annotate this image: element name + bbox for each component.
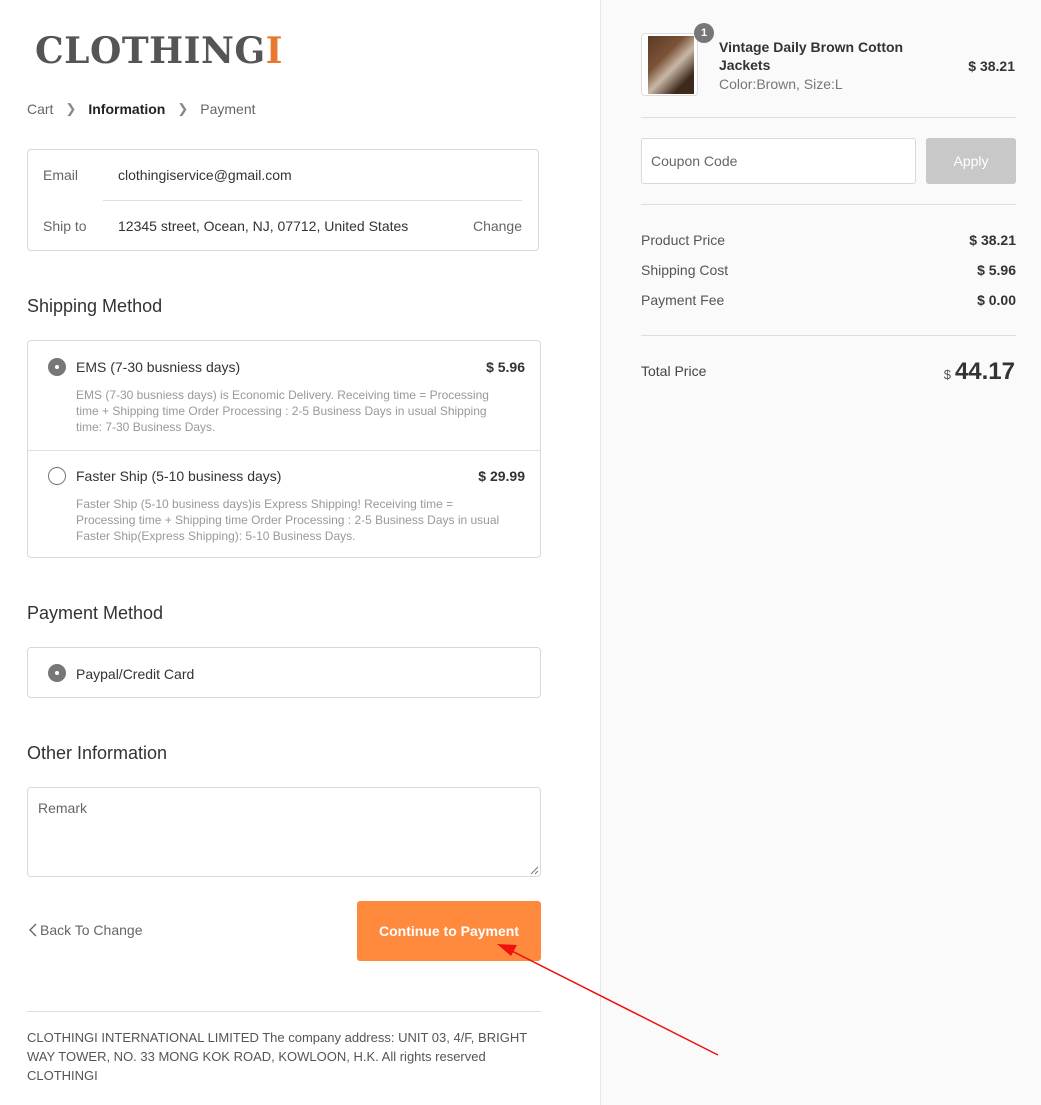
total-price-value: $ 44.17 xyxy=(944,358,1015,386)
coupon-code-input[interactable] xyxy=(641,138,916,184)
shipping-option-ems[interactable]: EMS (7-30 busniess days) $ 5.96 EMS (7-3… xyxy=(28,341,540,451)
summary-value: $ 0.00 xyxy=(977,292,1016,308)
checkout-form-panel: CLOTHINGI Cart ❯ Information ❯ Payment E… xyxy=(0,0,600,1105)
apply-coupon-button[interactable]: Apply xyxy=(926,138,1016,184)
radio-selected-icon[interactable] xyxy=(48,664,66,682)
shipping-option-name: Faster Ship (5-10 business days) xyxy=(76,468,282,484)
contact-info-box: Email clothingiservice@gmail.com Ship to… xyxy=(27,149,539,251)
order-summary-panel: 1 Vintage Daily Brown Cotton Jackets Col… xyxy=(600,0,1041,1105)
breadcrumb-cart[interactable]: Cart xyxy=(27,101,53,117)
shipping-option-description: EMS (7-30 busniess days) is Economic Del… xyxy=(76,388,489,434)
summary-divider xyxy=(641,204,1016,205)
summary-row-product-price: Product Price $ 38.21 xyxy=(641,232,1016,248)
chevron-left-icon xyxy=(29,923,37,937)
radio-selected-icon[interactable] xyxy=(48,358,66,376)
shipping-option-name: EMS (7-30 busniess days) xyxy=(76,359,241,375)
summary-divider xyxy=(641,117,1016,118)
total-currency: $ xyxy=(943,367,951,382)
summary-row-shipping-cost: Shipping Cost $ 5.96 xyxy=(641,262,1016,278)
shipping-method-title: Shipping Method xyxy=(27,296,163,316)
info-divider xyxy=(103,200,522,201)
payment-option-name: Paypal/Credit Card xyxy=(76,666,195,682)
total-amount: 44.17 xyxy=(954,358,1015,385)
email-value: clothingiservice@gmail.com xyxy=(118,167,292,183)
footer-company-info: CLOTHINGI INTERNATIONAL LIMITED The comp… xyxy=(27,1030,527,1083)
chevron-right-icon: ❯ xyxy=(177,101,189,116)
ship-to-value: 12345 street, Ocean, NJ, 07712, United S… xyxy=(118,218,409,234)
shipping-option-faster[interactable]: Faster Ship (5-10 business days) $ 29.99… xyxy=(28,450,540,558)
quantity-badge: 1 xyxy=(694,23,714,43)
ship-to-label: Ship to xyxy=(43,218,87,234)
radio-unselected-icon[interactable] xyxy=(48,467,66,485)
shipping-option-description: Faster Ship (5-10 business days)is Expre… xyxy=(76,497,500,543)
summary-divider xyxy=(641,335,1016,336)
back-to-change-link[interactable]: Back To Change xyxy=(28,922,142,938)
email-label: Email xyxy=(43,167,79,183)
email-row: Email clothingiservice@gmail.com xyxy=(43,167,522,183)
brand-logo[interactable]: CLOTHINGI xyxy=(35,30,283,72)
shipping-option-price: $ 29.99 xyxy=(478,468,525,484)
remark-textarea[interactable] xyxy=(27,787,541,877)
payment-option-paypal[interactable]: Paypal/Credit Card xyxy=(27,647,541,698)
product-name: Vintage Daily Brown Cotton Jackets xyxy=(719,39,904,73)
footer-divider xyxy=(27,1011,541,1012)
product-image xyxy=(648,36,694,94)
summary-label: Product Price xyxy=(641,232,726,248)
shipping-options: EMS (7-30 busniess days) $ 5.96 EMS (7-3… xyxy=(27,340,541,558)
resize-grip-icon[interactable] xyxy=(529,865,539,875)
total-price-label: Total Price xyxy=(641,363,707,379)
breadcrumb: Cart ❯ Information ❯ Payment xyxy=(27,101,256,117)
payment-method-title: Payment Method xyxy=(27,603,164,623)
summary-value: $ 5.96 xyxy=(977,262,1016,278)
shipping-option-price: $ 5.96 xyxy=(486,359,525,375)
breadcrumb-payment: Payment xyxy=(200,101,256,117)
breadcrumb-information: Information xyxy=(88,101,166,117)
change-address-link[interactable]: Change xyxy=(473,218,522,234)
summary-label: Payment Fee xyxy=(641,292,725,308)
summary-row-payment-fee: Payment Fee $ 0.00 xyxy=(641,292,1016,308)
other-information-title: Other Information xyxy=(27,743,168,763)
product-thumbnail xyxy=(641,33,698,96)
summary-label: Shipping Cost xyxy=(641,262,729,278)
back-to-change-label: Back To Change xyxy=(40,922,143,938)
chevron-right-icon: ❯ xyxy=(65,101,77,116)
product-variant: Color:Brown, Size:L xyxy=(719,76,843,92)
summary-value: $ 38.21 xyxy=(969,232,1016,248)
ship-to-row: Ship to 12345 street, Ocean, NJ, 07712, … xyxy=(43,218,522,234)
continue-to-payment-button[interactable]: Continue to Payment xyxy=(357,901,541,961)
product-price: $ 38.21 xyxy=(968,58,1015,74)
